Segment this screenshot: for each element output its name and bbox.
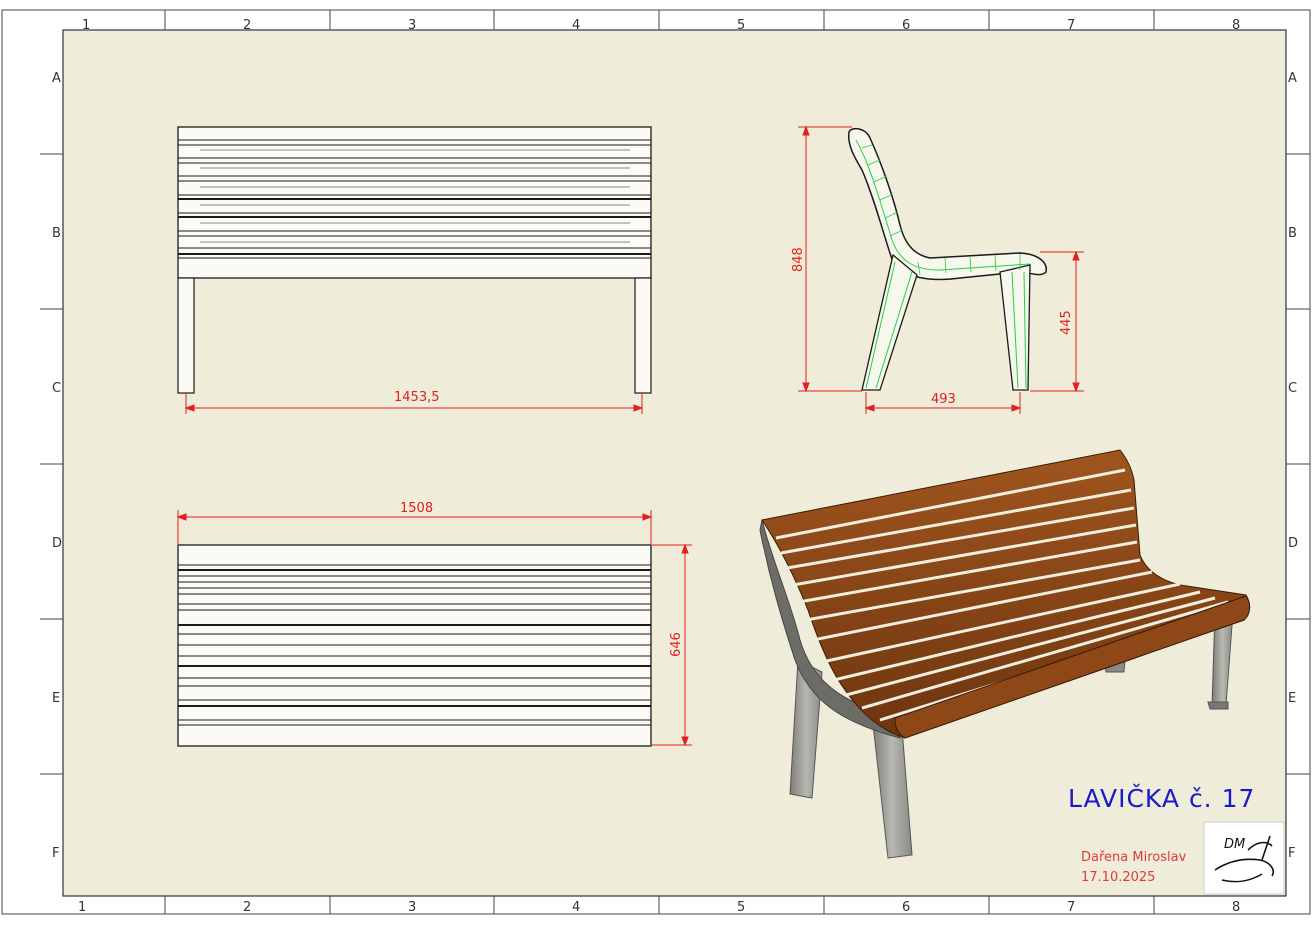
side-height-label: 848: [791, 247, 806, 272]
svg-text:F: F: [52, 846, 59, 861]
logo-initials: DM: [1224, 837, 1245, 852]
svg-text:F: F: [1288, 846, 1295, 861]
svg-text:2: 2: [243, 18, 251, 33]
svg-text:A: A: [1288, 71, 1297, 86]
svg-text:D: D: [1288, 536, 1298, 551]
svg-text:6: 6: [902, 18, 910, 33]
svg-text:7: 7: [1067, 900, 1075, 915]
side-seat-height-label: 445: [1059, 310, 1074, 335]
svg-text:3: 3: [408, 900, 416, 915]
author-logo: DM: [1203, 821, 1285, 895]
svg-text:3: 3: [408, 18, 416, 33]
svg-text:4: 4: [572, 18, 580, 33]
svg-text:B: B: [52, 226, 61, 241]
drawing-title: LAVIČKA č. 17: [1068, 784, 1256, 813]
svg-text:E: E: [1288, 691, 1296, 706]
front-width-label: 1453,5: [394, 390, 440, 405]
svg-text:5: 5: [737, 900, 745, 915]
svg-text:A: A: [52, 71, 61, 86]
side-depth-label: 493: [931, 392, 956, 407]
svg-text:C: C: [1288, 381, 1297, 396]
top-view: [177, 544, 652, 747]
svg-text:1: 1: [78, 900, 86, 915]
svg-text:6: 6: [902, 900, 910, 915]
svg-text:4: 4: [572, 900, 580, 915]
svg-text:2: 2: [243, 900, 251, 915]
svg-text:E: E: [52, 691, 60, 706]
svg-text:C: C: [52, 381, 61, 396]
top-length-label: 1508: [400, 501, 433, 516]
svg-text:7: 7: [1067, 18, 1075, 33]
svg-text:B: B: [1288, 226, 1297, 241]
svg-text:D: D: [52, 536, 62, 551]
svg-text:8: 8: [1232, 900, 1240, 915]
top-depth-label: 646: [669, 632, 684, 657]
svg-text:8: 8: [1232, 18, 1240, 33]
svg-text:1: 1: [82, 18, 90, 33]
author-name: Dařena Miroslav: [1081, 850, 1187, 865]
drawing-date: 17.10.2025: [1081, 870, 1156, 885]
svg-text:5: 5: [737, 18, 745, 33]
